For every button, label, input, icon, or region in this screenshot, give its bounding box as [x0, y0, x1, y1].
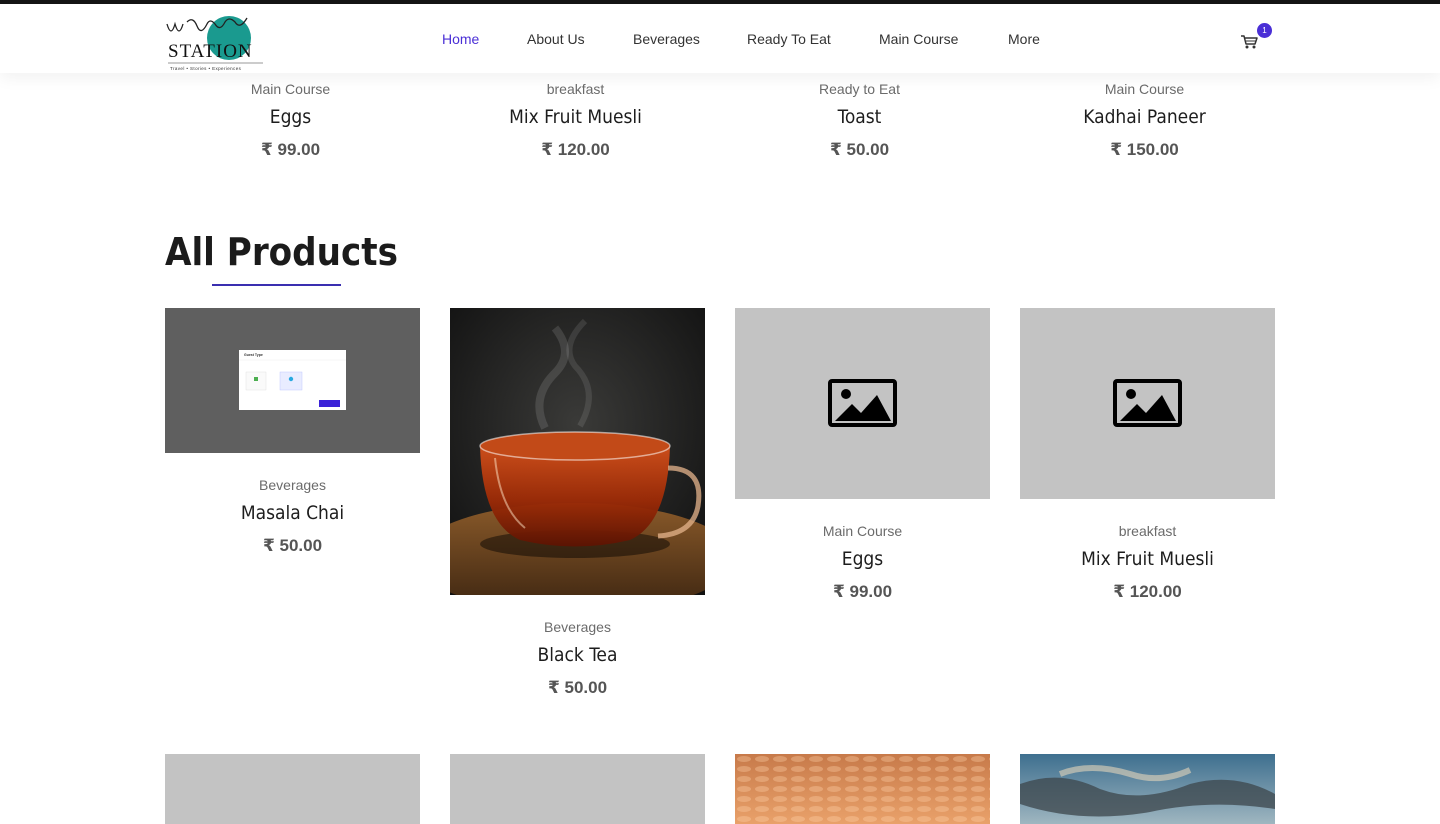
- mini-dialog-title: Guest Type: [244, 353, 263, 357]
- image-placeholder-icon: [828, 379, 897, 427]
- site-header: STATION Travel • Stories • Experiences H…: [0, 4, 1440, 73]
- product-card[interactable]: Beverages Black Tea ₹ 50.00: [450, 618, 705, 698]
- product-card[interactable]: breakfast Mix Fruit Muesli ₹ 120.00: [448, 80, 703, 160]
- brand-logo[interactable]: STATION Travel • Stories • Experiences: [165, 14, 270, 72]
- product-title[interactable]: Toast: [732, 106, 987, 128]
- product-category: breakfast: [546, 81, 605, 97]
- product-card[interactable]: breakfast Mix Fruit Muesli ₹ 120.00: [1020, 522, 1275, 602]
- nav-home[interactable]: Home: [442, 31, 479, 47]
- cart-count-badge: 1: [1257, 23, 1272, 38]
- product-price: ₹ 120.00: [1113, 582, 1182, 601]
- product-title[interactable]: Eggs: [735, 548, 990, 570]
- product-image[interactable]: [165, 754, 420, 824]
- product-price: ₹ 99.00: [832, 582, 893, 601]
- brand-tagline: Travel • Stories • Experiences: [170, 66, 242, 71]
- nav-beverages[interactable]: Beverages: [633, 31, 700, 47]
- cart-icon[interactable]: [1240, 34, 1258, 50]
- product-title[interactable]: Kadhai Paneer: [1017, 106, 1272, 128]
- image-placeholder-icon: [1113, 379, 1182, 427]
- product-image[interactable]: [450, 754, 705, 824]
- nav-more[interactable]: More: [1008, 31, 1040, 47]
- product-category: Main Course: [822, 523, 903, 539]
- product-card[interactable]: Ready to Eat Toast ₹ 50.00: [732, 80, 987, 160]
- tea-cup-photo: [450, 308, 705, 595]
- product-price: ₹ 50.00: [547, 678, 608, 697]
- product-title[interactable]: Mix Fruit Muesli: [1020, 548, 1275, 570]
- product-price: ₹ 150.00: [1110, 140, 1179, 159]
- product-title[interactable]: Mix Fruit Muesli: [448, 106, 703, 128]
- product-price: ₹ 50.00: [829, 140, 890, 159]
- product-category: Main Course: [250, 81, 331, 97]
- product-card[interactable]: Main Course Eggs ₹ 99.00: [735, 522, 990, 602]
- product-image[interactable]: [450, 308, 705, 595]
- screenshot-thumbnail: Guest Type: [239, 350, 346, 410]
- product-category: breakfast: [1118, 523, 1177, 539]
- product-category: Beverages: [259, 477, 326, 493]
- section-heading: All Products: [165, 230, 398, 274]
- product-price: ₹ 99.00: [260, 140, 321, 159]
- heading-underline: [212, 284, 341, 286]
- product-title[interactable]: Black Tea: [450, 644, 705, 666]
- product-category: Beverages: [544, 619, 611, 635]
- product-image[interactable]: [735, 308, 990, 499]
- product-image[interactable]: [735, 754, 990, 824]
- product-price: ₹ 50.00: [262, 536, 323, 555]
- product-category: Main Course: [1104, 81, 1185, 97]
- product-image[interactable]: [1020, 754, 1275, 824]
- product-card[interactable]: Beverages Masala Chai ₹ 50.00: [165, 476, 420, 556]
- product-card[interactable]: Main Course Kadhai Paneer ₹ 150.00: [1017, 80, 1272, 160]
- evening-sky-photo: [1020, 754, 1275, 824]
- nav-ready-to-eat[interactable]: Ready To Eat: [747, 31, 831, 47]
- product-title[interactable]: Masala Chai: [165, 502, 420, 524]
- product-title[interactable]: Eggs: [163, 106, 418, 128]
- sunset-sky-photo: [735, 754, 990, 824]
- product-category: Ready to Eat: [819, 81, 900, 97]
- product-card[interactable]: Main Course Eggs ₹ 99.00: [163, 80, 418, 160]
- product-price: ₹ 120.00: [541, 140, 610, 159]
- product-image[interactable]: [1020, 308, 1275, 499]
- nav-main-course[interactable]: Main Course: [879, 31, 958, 47]
- svg-text:STATION: STATION: [168, 41, 253, 62]
- nav-about-us[interactable]: About Us: [527, 31, 585, 47]
- product-image[interactable]: Guest Type: [165, 308, 420, 453]
